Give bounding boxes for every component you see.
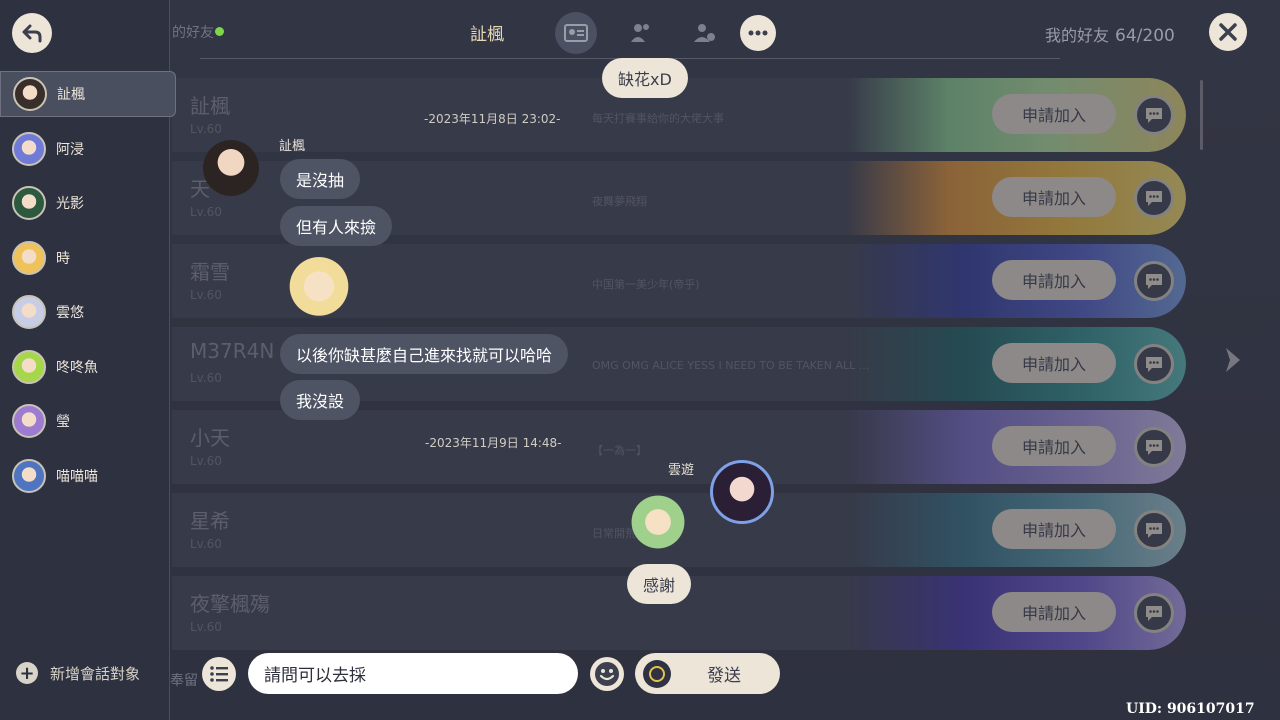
contact-name: 雲悠 bbox=[56, 305, 84, 321]
contact-item[interactable]: 瑩 bbox=[0, 398, 176, 444]
contact-name: 瑩 bbox=[56, 414, 70, 430]
more-icon[interactable] bbox=[740, 15, 776, 51]
profile-card-icon[interactable] bbox=[555, 12, 597, 54]
friends-count-value: 64/200 bbox=[1115, 26, 1175, 46]
contact-item[interactable]: 訨楓 bbox=[0, 71, 176, 117]
friends-count-label: 我的好友 bbox=[1045, 26, 1110, 45]
message-timestamp: -2023年11月8日 23:02- bbox=[424, 112, 561, 126]
contact-item[interactable]: 雲悠 bbox=[0, 289, 176, 335]
send-label: 發送 bbox=[707, 666, 741, 686]
contact-item[interactable]: 時 bbox=[0, 235, 176, 281]
send-button[interactable]: 發送 bbox=[635, 653, 780, 694]
avatar bbox=[12, 131, 46, 166]
footer-hint: 奉留 bbox=[170, 673, 198, 689]
quick-phrases-button[interactable] bbox=[202, 657, 236, 691]
avatar bbox=[12, 295, 46, 329]
sender-avatar[interactable] bbox=[203, 140, 259, 196]
message-input[interactable] bbox=[248, 653, 578, 694]
add-friend-icon[interactable] bbox=[683, 12, 725, 54]
contact-name: 喵喵喵 bbox=[56, 468, 98, 485]
add-conversation-button[interactable]: + 新增會話對象 bbox=[16, 662, 140, 684]
close-button[interactable] bbox=[1209, 13, 1247, 51]
avatar bbox=[12, 404, 46, 438]
message-timestamp: -2023年11月9日 14:48- bbox=[425, 436, 562, 450]
emoji-icon bbox=[595, 662, 619, 686]
add-conversation-label: 新增會話對象 bbox=[50, 664, 141, 683]
chat-title: 訨楓 bbox=[470, 25, 504, 45]
avatar bbox=[12, 458, 46, 493]
message-sender: 訨楓 bbox=[279, 139, 306, 154]
sticker-image bbox=[622, 484, 694, 560]
message-sender: 雲遊 bbox=[668, 463, 695, 478]
back-icon bbox=[22, 24, 42, 43]
message-bubble: 我沒設 bbox=[280, 380, 361, 420]
online-status-dot bbox=[215, 27, 224, 36]
sender-avatar[interactable] bbox=[710, 460, 774, 524]
message-bubble: 但有人來撿 bbox=[280, 206, 393, 246]
contact-name: 咚咚魚 bbox=[56, 359, 98, 376]
player-uid: UID: 906107017 bbox=[1126, 701, 1255, 717]
message-bubble: 缺花xD bbox=[602, 58, 688, 98]
conversation-sidebar: 訨楓阿浸光影時雲悠咚咚魚瑩喵喵喵 + 新增會話對象 bbox=[0, 0, 176, 720]
list-icon bbox=[210, 666, 228, 682]
contact-item[interactable]: 光影 bbox=[0, 180, 176, 226]
contact-name: 時 bbox=[56, 250, 70, 267]
avatar bbox=[13, 77, 47, 111]
contact-item[interactable]: 阿浸 bbox=[0, 126, 176, 172]
contact-name: 光影 bbox=[56, 196, 84, 212]
send-icon bbox=[643, 659, 671, 688]
avatar bbox=[12, 349, 46, 384]
friends-icon[interactable] bbox=[620, 12, 662, 54]
modal-dim-overlay bbox=[0, 0, 1280, 720]
avatar bbox=[12, 186, 46, 220]
message-bubble: 以後你缺甚麼自己進來找就可以哈哈 bbox=[280, 334, 569, 374]
back-button[interactable] bbox=[12, 13, 52, 53]
online-hint: 的好友 bbox=[172, 25, 214, 41]
message-bubble: 感謝 bbox=[627, 564, 692, 604]
contact-name: 訨楓 bbox=[57, 87, 85, 103]
message-bubble: 是沒抽 bbox=[280, 159, 361, 199]
close-icon bbox=[1219, 23, 1237, 41]
emoji-button[interactable] bbox=[590, 657, 624, 691]
contact-name: 阿浸 bbox=[56, 141, 84, 158]
friends-count: 我的好友 64/200 bbox=[1045, 22, 1175, 46]
avatar bbox=[12, 240, 46, 275]
sticker-image bbox=[284, 254, 354, 326]
contact-item[interactable]: 喵喵喵 bbox=[0, 453, 176, 499]
plus-icon: + bbox=[16, 662, 38, 684]
contact-item[interactable]: 咚咚魚 bbox=[0, 344, 176, 390]
